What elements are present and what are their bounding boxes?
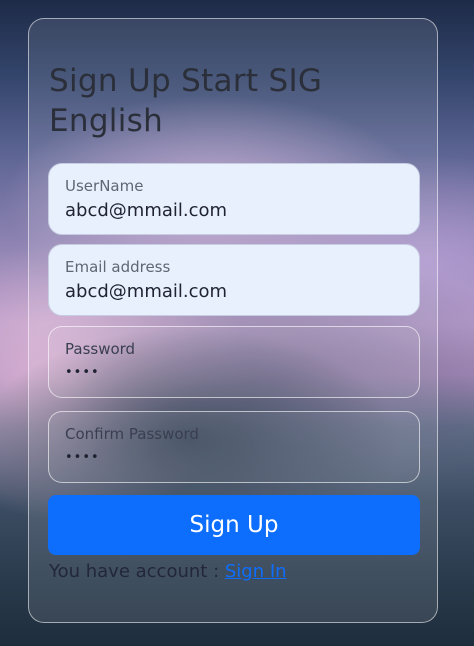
confirm-password-field[interactable]: Confirm Password •••• [48, 411, 420, 483]
password-value: •••• [65, 365, 100, 380]
email-field[interactable]: Email address abcd@mmail.com [48, 244, 420, 316]
username-value: abcd@mmail.com [65, 200, 228, 221]
username-field[interactable]: UserName abcd@mmail.com [48, 163, 420, 235]
confirm-password-value: •••• [65, 450, 100, 465]
email-value: abcd@mmail.com [65, 281, 228, 302]
signin-prompt-text: You have account : [49, 561, 225, 582]
sign-in-link[interactable]: Sign In [225, 561, 287, 582]
sign-up-button[interactable]: Sign Up [48, 495, 420, 555]
signup-card: Sign Up Start SIG English UserName abcd@… [28, 18, 438, 623]
page-title: Sign Up Start SIG English [49, 63, 323, 139]
email-label: Email address [65, 258, 171, 276]
confirm-password-label: Confirm Password [65, 425, 199, 443]
signin-prompt: You have account : Sign In [49, 561, 287, 582]
password-field[interactable]: Password •••• [48, 326, 420, 398]
username-label: UserName [65, 177, 144, 195]
password-label: Password [65, 340, 136, 358]
